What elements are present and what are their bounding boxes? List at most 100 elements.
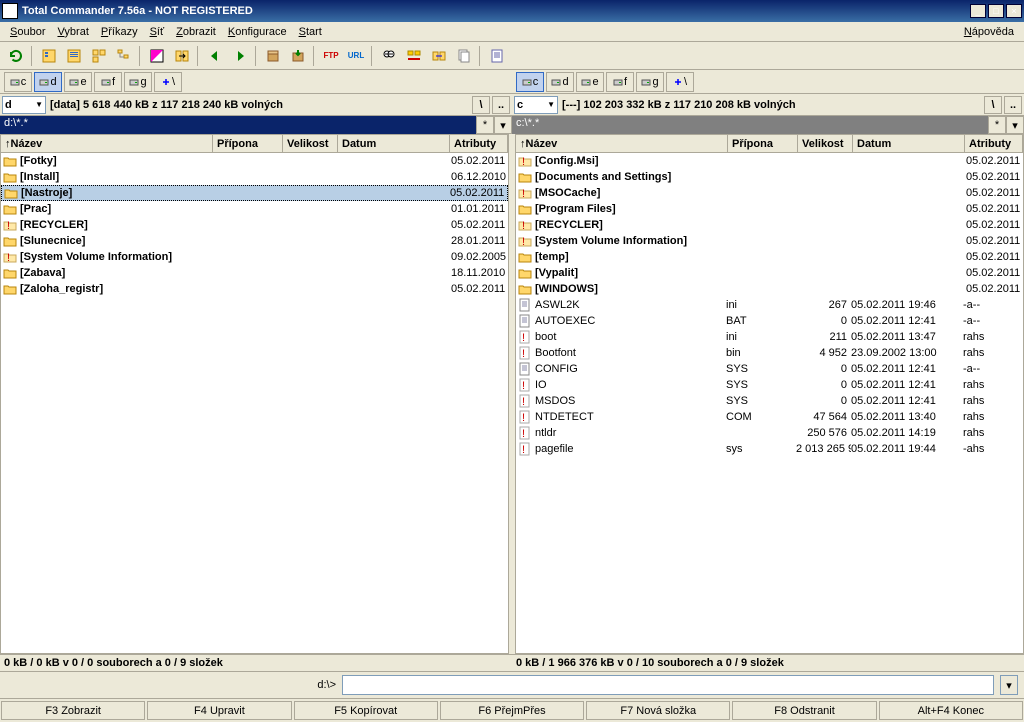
drive-button-d[interactable]: d (546, 72, 574, 92)
fkey-f6[interactable]: F6 PřejmPřes (440, 701, 584, 720)
left-drive-combo[interactable]: d▼ (2, 96, 46, 114)
right-favorites-button[interactable]: * (988, 116, 1006, 134)
folder-row[interactable]: [Documents and Settings]05.02.2011 12:47… (516, 169, 1023, 185)
folder-row[interactable]: ![RECYCLER]05.02.2011 14:40--hs (516, 217, 1023, 233)
drive-button-network[interactable]: \ (154, 72, 182, 92)
fkey-f7[interactable]: F7 Nová složka (586, 701, 730, 720)
folder-row[interactable]: [WINDOWS]05.02.2011 20:15---- (516, 281, 1023, 297)
drive-button-g[interactable]: g (636, 72, 664, 92)
drive-button-g[interactable]: g (124, 72, 152, 92)
cmdline-input[interactable] (342, 675, 994, 695)
right-root-button[interactable]: \ (984, 96, 1002, 114)
file-icon: ! (518, 378, 532, 392)
notepad-icon[interactable] (485, 44, 509, 68)
drive-button-network[interactable]: \ (666, 72, 694, 92)
unpack-icon[interactable] (286, 44, 310, 68)
right-column-headers[interactable]: ↑Název Přípona Velikost Datum Atributy (516, 135, 1023, 153)
folder-row[interactable]: [Nastroje]05.02.2011 20:45---- (1, 185, 508, 201)
folder-row[interactable]: [Slunecnice]28.01.2011 17:11---- (1, 233, 508, 249)
search-icon[interactable] (377, 44, 401, 68)
drive-button-f[interactable]: f (94, 72, 122, 92)
file-row[interactable]: ASWL2Kini26705.02.2011 19:46-a-- (516, 297, 1023, 313)
left-up-button[interactable]: .. (492, 96, 510, 114)
copy-names-icon[interactable] (452, 44, 476, 68)
right-drivebar: cdefg\ (512, 70, 1024, 94)
file-row[interactable]: !ntldr250 57605.02.2011 14:19rahs (516, 425, 1023, 441)
drive-button-e[interactable]: e (64, 72, 92, 92)
menu-sit[interactable]: Síť (144, 24, 171, 40)
file-icon (518, 314, 532, 328)
file-row[interactable]: !NTDETECTCOM47 56405.02.2011 13:40rahs (516, 409, 1023, 425)
menu-start[interactable]: Start (293, 24, 328, 40)
folder-row[interactable]: ![MSOCache]05.02.2011 20:09r-h- (516, 185, 1023, 201)
minimize-button[interactable]: _ (970, 4, 986, 18)
fkey-f4[interactable]: F4 Upravit (147, 701, 291, 720)
left-panel[interactable]: ↑Název Přípona Velikost Datum Atributy [… (0, 134, 509, 654)
cmdline-history-button[interactable]: ▾ (1000, 675, 1018, 695)
right-drive-combo[interactable]: c▼ (514, 96, 558, 114)
menu-konfigurace[interactable]: Konfigurace (222, 24, 293, 40)
left-column-headers[interactable]: ↑Název Přípona Velikost Datum Atributy (1, 135, 508, 153)
ftp-icon[interactable]: FTP (319, 44, 343, 68)
left-root-button[interactable]: \ (472, 96, 490, 114)
folder-row[interactable]: [Vypalit]05.02.2011 20:46---- (516, 265, 1023, 281)
invert-select-icon[interactable] (145, 44, 169, 68)
file-row[interactable]: !Bootfontbin4 95223.09.2002 13:00rahs (516, 345, 1023, 361)
view-tree-icon[interactable] (112, 44, 136, 68)
view-brief-icon[interactable] (37, 44, 61, 68)
folder-row[interactable]: [Fotky]05.02.2011 08:48---- (1, 153, 508, 169)
sync-icon[interactable] (427, 44, 451, 68)
refresh-icon[interactable] (4, 44, 28, 68)
drive-button-d[interactable]: d (34, 72, 62, 92)
file-row[interactable]: !bootini21105.02.2011 13:47rahs (516, 329, 1023, 345)
back-icon[interactable] (203, 44, 227, 68)
folder-row[interactable]: [Install]06.12.2010 20:55---- (1, 169, 508, 185)
view-thumb-icon[interactable] (87, 44, 111, 68)
command-line: d:\> ▾ (0, 671, 1024, 698)
menu-soubor[interactable]: Soubor (4, 24, 51, 40)
folder-row[interactable]: ![Config.Msi]05.02.2011 20:42--h- (516, 153, 1023, 169)
left-favorites-button[interactable]: * (476, 116, 494, 134)
menu-napoveda[interactable]: Nápověda (958, 24, 1020, 40)
fkey-f3[interactable]: F3 Zobrazit (1, 701, 145, 720)
folder-row[interactable]: [Program Files]05.02.2011 20:26r--- (516, 201, 1023, 217)
folder-row[interactable]: [Zabava]18.11.2010 20:41---- (1, 265, 508, 281)
menu-prikazy[interactable]: Příkazy (95, 24, 144, 40)
right-history-button[interactable]: ▾ (1006, 116, 1024, 134)
folder-row[interactable]: ![System Volume Information]05.02.2011 1… (516, 233, 1023, 249)
folder-row[interactable]: ![System Volume Information]09.02.2005 2… (1, 249, 508, 265)
file-row[interactable]: !MSDOSSYS005.02.2011 12:41rahs (516, 393, 1023, 409)
file-row[interactable]: !IOSYS005.02.2011 12:41rahs (516, 377, 1023, 393)
url-icon[interactable]: URL (344, 44, 368, 68)
right-up-button[interactable]: .. (1004, 96, 1022, 114)
menu-zobrazit[interactable]: Zobrazit (170, 24, 222, 40)
drive-button-c[interactable]: c (4, 72, 32, 92)
drive-button-e[interactable]: e (576, 72, 604, 92)
right-path[interactable]: c:\*.* (512, 116, 988, 134)
multi-rename-icon[interactable] (402, 44, 426, 68)
folder-row[interactable]: [temp]05.02.2011 20:48---- (516, 249, 1023, 265)
maximize-button[interactable]: □ (988, 4, 1004, 18)
folder-row[interactable]: ![RECYCLER]05.02.2011 14:40--hs (1, 217, 508, 233)
menu-vybrat[interactable]: Vybrat (51, 24, 94, 40)
drive-button-f[interactable]: f (606, 72, 634, 92)
left-history-button[interactable]: ▾ (494, 116, 512, 134)
fkey-f8[interactable]: F8 Odstranit (732, 701, 876, 720)
right-volume-label: [---] 102 203 332 kB z 117 210 208 kB vo… (562, 99, 796, 111)
file-row[interactable]: !pagefilesys2 013 265 92005.02.2011 19:4… (516, 441, 1023, 457)
file-row[interactable]: AUTOEXECBAT005.02.2011 12:41-a-- (516, 313, 1023, 329)
right-panel[interactable]: ↑Název Přípona Velikost Datum Atributy !… (515, 134, 1024, 654)
close-button[interactable]: × (1006, 4, 1022, 18)
file-row[interactable]: CONFIGSYS005.02.2011 12:41-a-- (516, 361, 1023, 377)
fkey-f5[interactable]: F5 Kopírovat (294, 701, 438, 720)
folder-row[interactable]: [Zaloha_registr]05.02.2011 17:44---- (1, 281, 508, 297)
left-path[interactable]: d:\*.* (0, 116, 476, 134)
view-full-icon[interactable] (62, 44, 86, 68)
forward-icon[interactable] (228, 44, 252, 68)
folder-row[interactable]: [Prac]01.01.2011 17:21---- (1, 201, 508, 217)
pack-icon[interactable] (261, 44, 285, 68)
folder-icon (4, 186, 18, 200)
fkey-altf4[interactable]: Alt+F4 Konec (879, 701, 1023, 720)
drive-button-c[interactable]: c (516, 72, 544, 92)
swap-panels-icon[interactable] (170, 44, 194, 68)
